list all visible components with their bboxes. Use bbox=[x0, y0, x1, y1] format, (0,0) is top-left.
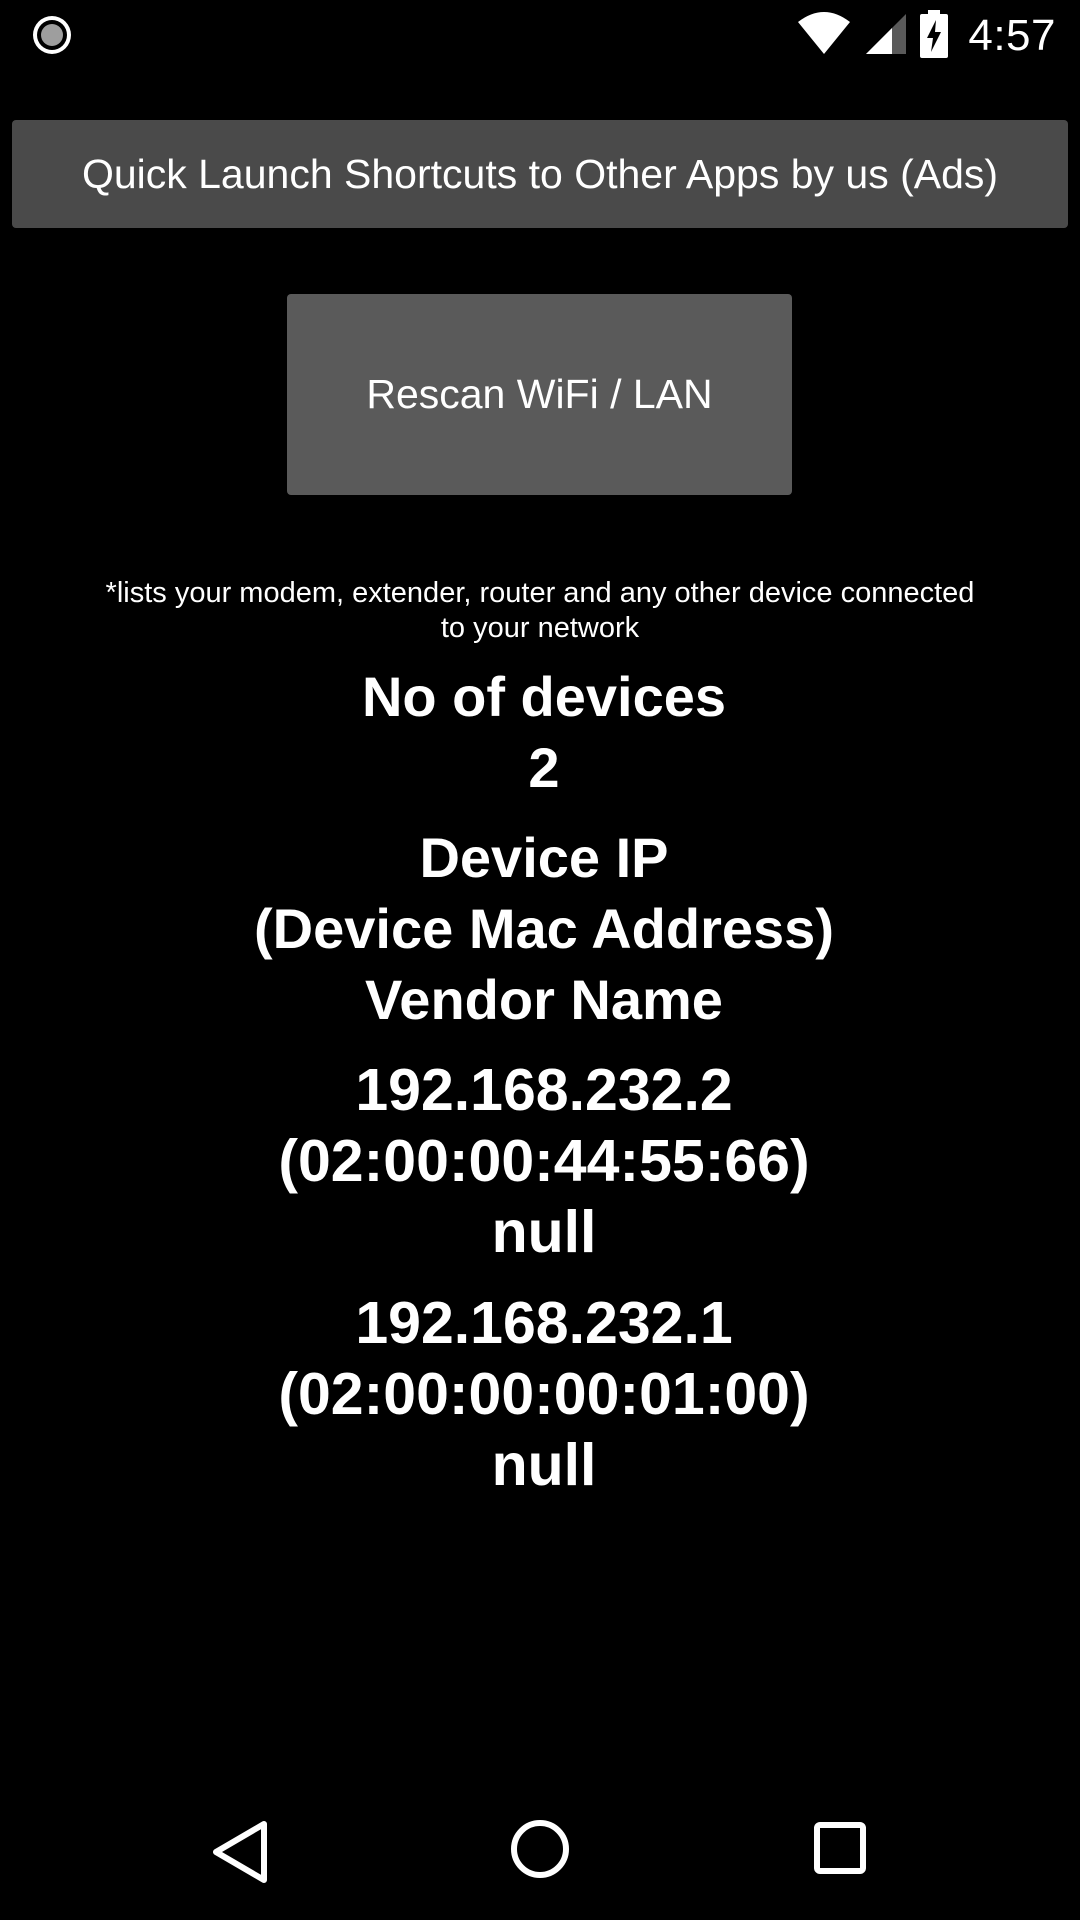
device-list-header: Device IP (Device Mac Address) Vendor Na… bbox=[0, 822, 1080, 1035]
status-icons: 4:57 bbox=[796, 9, 1056, 63]
home-circle-icon[interactable] bbox=[510, 1819, 570, 1884]
quick-launch-ads-label: Quick Launch Shortcuts to Other Apps by … bbox=[81, 150, 999, 197]
battery-charging-icon bbox=[920, 9, 949, 63]
header-device-mac: (Device Mac Address) bbox=[254, 897, 834, 960]
back-triangle-icon[interactable] bbox=[212, 1820, 268, 1889]
device-count: No of devices 2 bbox=[0, 661, 1080, 803]
device-vendor: null bbox=[491, 1432, 597, 1498]
navigation-bar bbox=[0, 1790, 1080, 1920]
cell-signal-icon bbox=[864, 12, 908, 61]
device-ip: 192.168.232.1 bbox=[355, 1290, 733, 1356]
wifi-icon bbox=[796, 11, 852, 61]
device-ip: 192.168.232.2 bbox=[355, 1057, 733, 1123]
quick-launch-ads-button[interactable]: Quick Launch Shortcuts to Other Apps by … bbox=[12, 120, 1068, 228]
device-mac: (02:00:00:44:55:66) bbox=[278, 1128, 810, 1194]
device-list-item: 192.168.232.2 (02:00:00:44:55:66) null bbox=[0, 1055, 1080, 1268]
network-note-line2: to your network bbox=[440, 612, 640, 644]
rescan-label: Rescan WiFi / LAN bbox=[366, 371, 713, 417]
device-vendor: null bbox=[491, 1199, 597, 1265]
device-list-item: 192.168.232.1 (02:00:00:00:01:00) null bbox=[0, 1288, 1080, 1501]
rescan-wifi-lan-button[interactable]: Rescan WiFi / LAN bbox=[287, 294, 792, 495]
network-note: *lists your modem, extender, router and … bbox=[60, 576, 1020, 646]
header-vendor-name: Vendor Name bbox=[365, 968, 723, 1031]
device-count-label: No of devices bbox=[361, 665, 727, 728]
device-mac: (02:00:00:00:01:00) bbox=[278, 1361, 810, 1427]
header-device-ip: Device IP bbox=[419, 826, 669, 889]
network-note-line1: *lists your modem, extender, router and … bbox=[105, 577, 975, 609]
device-count-value: 2 bbox=[528, 736, 560, 799]
status-bar: 4:57 bbox=[0, 0, 1080, 72]
status-time: 4:57 bbox=[968, 11, 1056, 60]
recents-square-icon[interactable] bbox=[814, 1822, 866, 1879]
record-icon bbox=[32, 15, 72, 55]
